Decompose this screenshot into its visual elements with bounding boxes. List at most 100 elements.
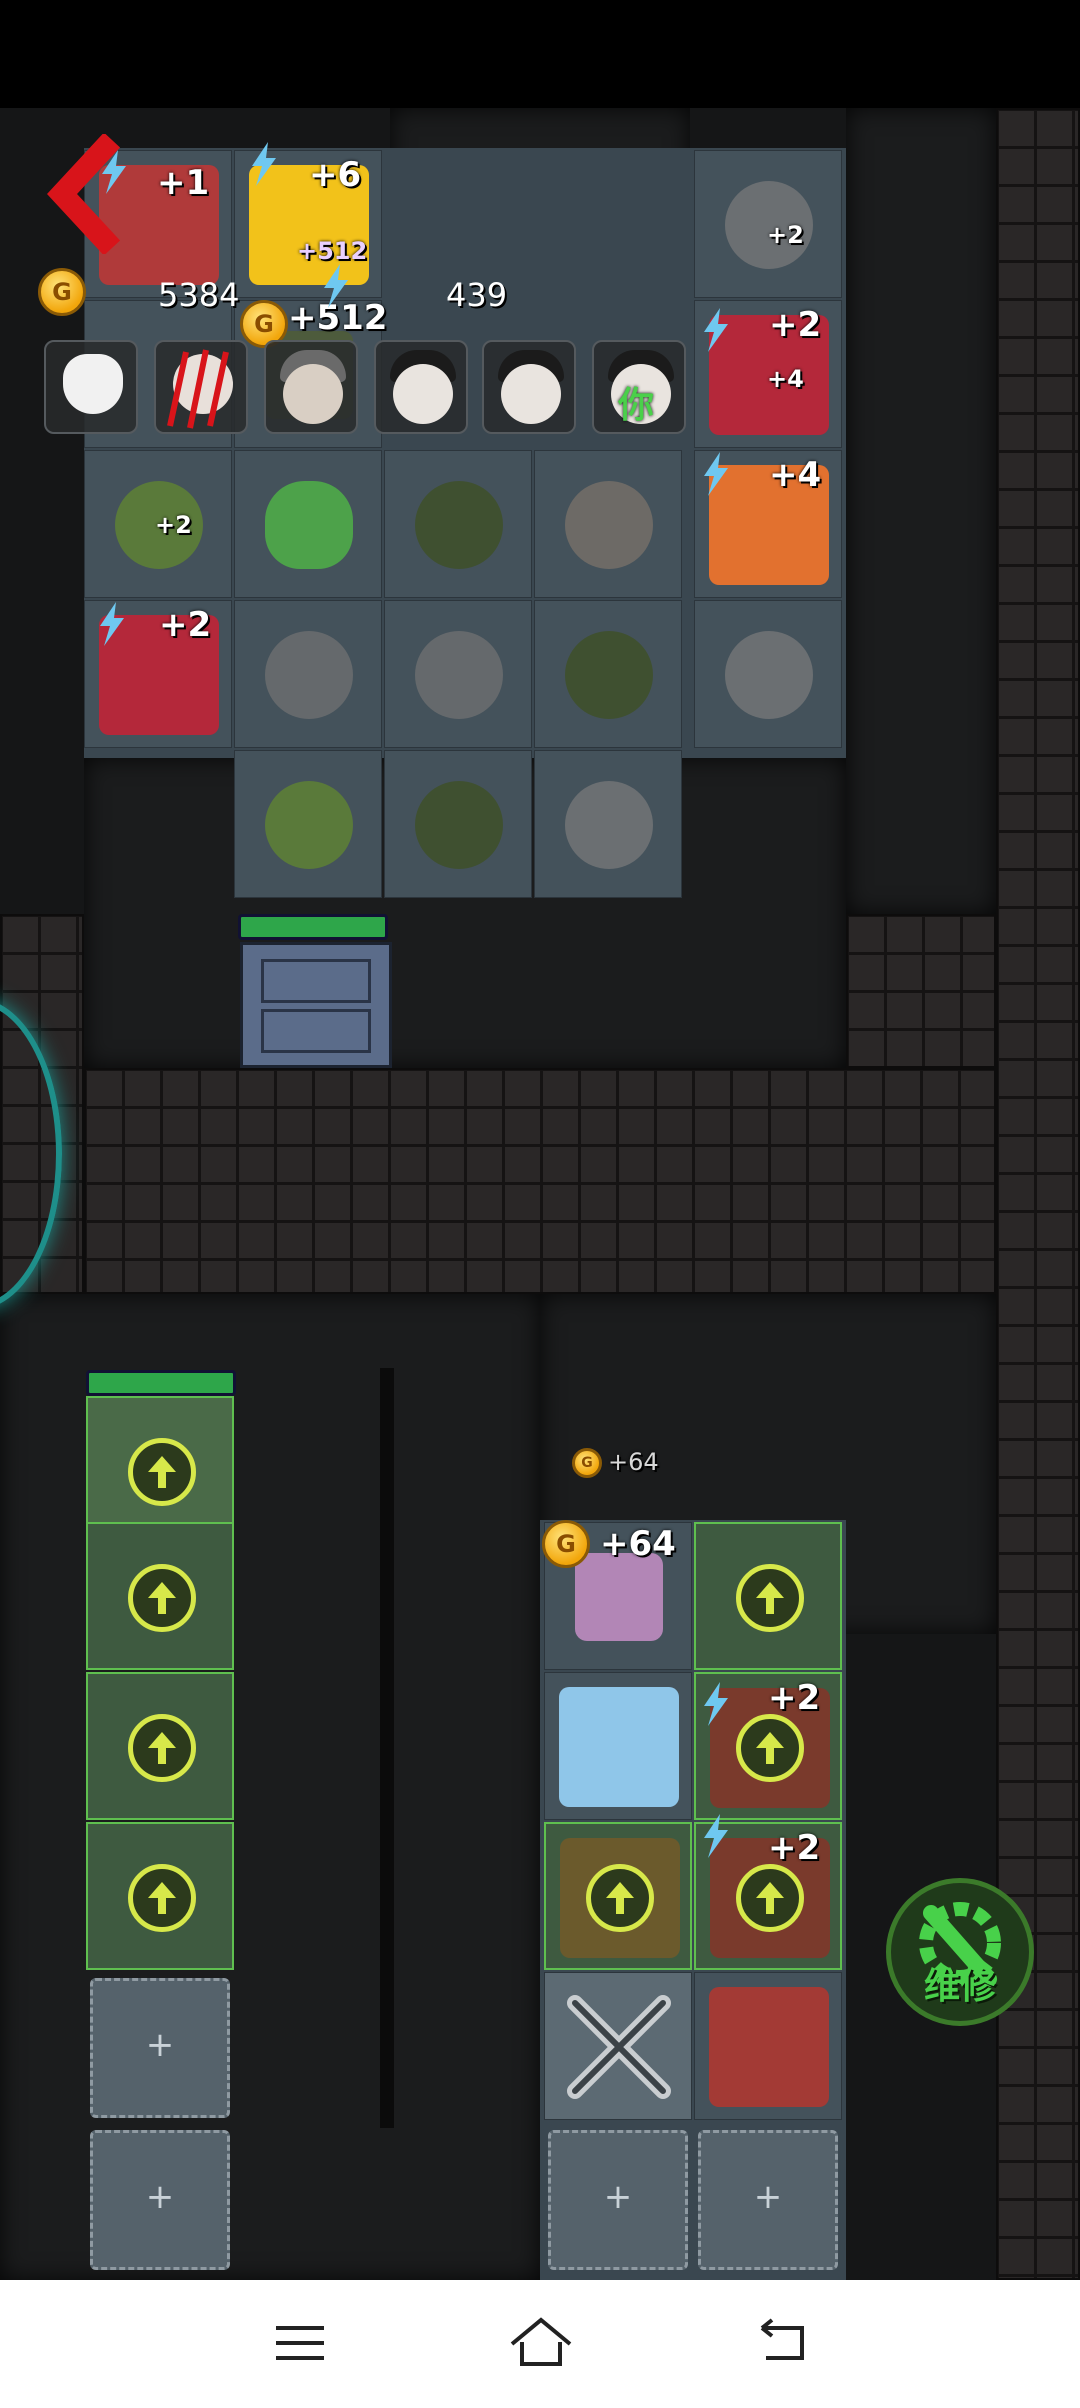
bonus-label: +4 xyxy=(767,365,804,393)
bonus-label: +512 xyxy=(297,237,368,265)
grid-cell[interactable] xyxy=(384,450,532,598)
door-panel xyxy=(261,959,371,1003)
bonus-label: +2 xyxy=(155,511,192,539)
bonus-label: +2 xyxy=(767,221,804,249)
rake-pot-icon xyxy=(265,631,353,719)
grid-cell[interactable] xyxy=(234,600,382,748)
bonus-label: +2 xyxy=(159,605,212,645)
you-label: 你 xyxy=(618,385,655,426)
grid-cell[interactable] xyxy=(384,750,532,898)
grid-cell[interactable] xyxy=(544,1672,692,1820)
upgrade-button[interactable] xyxy=(736,1564,804,1632)
grid-cell[interactable] xyxy=(694,1972,842,2120)
repair-button[interactable]: 维修 xyxy=(886,1878,1034,2026)
steel-door[interactable] xyxy=(240,942,392,1068)
coin-icon: G xyxy=(542,1520,590,1568)
empty-slot[interactable]: + xyxy=(548,2130,688,2270)
character-avatar-granny[interactable] xyxy=(264,340,358,434)
character-avatar-boy[interactable] xyxy=(482,340,576,434)
character-avatar-girl[interactable] xyxy=(374,340,468,434)
lightning-icon xyxy=(704,1814,728,1858)
empty-slot[interactable]: + xyxy=(90,1978,230,2118)
add-icon: + xyxy=(753,2177,783,2217)
repair-label: 维修 xyxy=(923,1966,996,2007)
bonus-label: +2 xyxy=(769,305,822,345)
add-icon: + xyxy=(145,2025,175,2065)
grid-cell[interactable] xyxy=(544,1822,692,1970)
arrow-up-icon xyxy=(148,1882,176,1914)
grid-cell[interactable]: +2 xyxy=(84,450,232,598)
fox-mask-icon xyxy=(63,354,123,414)
add-icon: + xyxy=(145,2177,175,2217)
upgrade-button[interactable] xyxy=(736,1714,804,1782)
upgrade-button[interactable] xyxy=(128,1714,196,1782)
corridor-lower-left xyxy=(0,1294,540,2280)
frog-icon xyxy=(265,481,353,569)
block-health-bar xyxy=(86,1370,236,1396)
lightning-icon xyxy=(324,264,348,308)
lightning-icon xyxy=(704,1682,728,1726)
wall-right-upper xyxy=(846,914,996,1068)
grid-cell[interactable] xyxy=(694,600,842,748)
grid-cell[interactable] xyxy=(86,1822,234,1970)
upgrade-button[interactable] xyxy=(586,1864,654,1932)
bed-icon xyxy=(575,1553,663,1641)
arrow-up-icon xyxy=(148,1582,176,1614)
upgrade-button[interactable] xyxy=(128,1864,196,1932)
upgrade-button[interactable] xyxy=(128,1438,196,1506)
wall-divider xyxy=(380,1368,394,2128)
grid-cell[interactable] xyxy=(694,1522,842,1670)
coin-icon: G xyxy=(38,268,86,316)
grid-cell[interactable] xyxy=(534,600,682,748)
grid-cell[interactable] xyxy=(86,1522,234,1670)
arrow-up-icon xyxy=(756,1882,784,1914)
mine-icon xyxy=(415,781,503,869)
granny-face-icon xyxy=(283,364,343,424)
upgrade-button[interactable] xyxy=(128,1564,196,1632)
bonus-label: +1 xyxy=(157,163,210,203)
mine-icon xyxy=(415,481,503,569)
lightning-icon xyxy=(704,308,728,352)
grid-cell[interactable]: +2 xyxy=(694,150,842,298)
grenade-icon xyxy=(265,781,353,869)
arrow-up-icon xyxy=(148,1732,176,1764)
character-avatar-scratched[interactable] xyxy=(154,340,248,434)
grid-cell[interactable] xyxy=(234,750,382,898)
character-avatar-player[interactable]: 你 xyxy=(592,340,686,434)
empty-slot[interactable]: + xyxy=(90,2130,230,2270)
add-icon: + xyxy=(603,2177,633,2217)
wall-center-band xyxy=(84,1068,996,1294)
menu-icon[interactable] xyxy=(270,2318,330,2368)
fridge-icon xyxy=(559,1687,679,1807)
income-label: +64 xyxy=(600,1524,676,1564)
rake-pot-icon xyxy=(415,631,503,719)
lightning-icon xyxy=(100,602,124,646)
lightning-icon xyxy=(704,452,728,496)
boy-face-icon xyxy=(501,364,561,424)
lightning-icon xyxy=(252,142,276,186)
arrow-up-icon xyxy=(756,1582,784,1614)
home-icon[interactable] xyxy=(506,2314,576,2370)
grid-cell[interactable] xyxy=(544,1972,692,2120)
grid-cell[interactable] xyxy=(86,1672,234,1820)
girl-face-icon xyxy=(393,364,453,424)
back-icon[interactable] xyxy=(752,2318,812,2368)
bonus-label: +2 xyxy=(768,1828,821,1868)
bonus-label: +2 xyxy=(768,1678,821,1718)
empty-slot[interactable]: + xyxy=(698,2130,838,2270)
bonus-label: +6 xyxy=(309,155,362,195)
grid-cell[interactable] xyxy=(534,750,682,898)
upgrade-button[interactable] xyxy=(736,1864,804,1932)
navigation-bar xyxy=(0,2280,1080,2408)
grid-cell[interactable] xyxy=(234,450,382,598)
grid-cell[interactable] xyxy=(384,600,532,748)
claw-machine-icon xyxy=(709,1987,829,2107)
corridor-right xyxy=(846,108,996,914)
bonus-label: +4 xyxy=(769,455,822,495)
grid-cell[interactable] xyxy=(534,450,682,598)
broom-pot-icon xyxy=(565,481,653,569)
claw-marks-icon xyxy=(167,349,229,429)
character-avatar-fox-mask[interactable] xyxy=(44,340,138,434)
arrow-up-icon xyxy=(756,1732,784,1764)
status-bar xyxy=(0,0,1080,108)
